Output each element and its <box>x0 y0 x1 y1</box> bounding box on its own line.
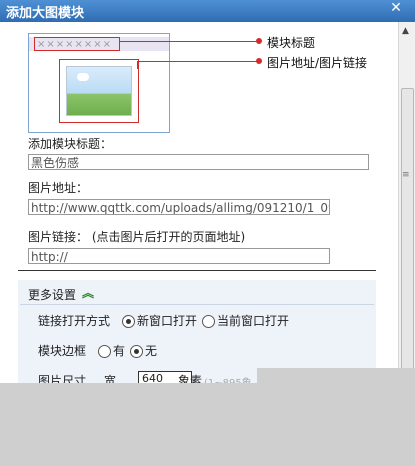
image-callout-dot <box>256 58 262 64</box>
width-range-hint: (1~895象 <box>204 374 252 383</box>
close-icon[interactable]: ✕ <box>385 0 407 16</box>
more-settings-header[interactable]: 更多设置 <box>28 286 76 303</box>
dialog-titlebar: 添加大图模块 ✕ <box>0 0 415 22</box>
current-window-option[interactable]: 当前窗口打开 <box>217 312 289 329</box>
section-divider <box>18 270 376 271</box>
title-callout-line <box>120 41 258 42</box>
title-callout-label: 模块标题 <box>267 36 316 50</box>
scrollbar-thumb[interactable] <box>401 88 414 380</box>
border-yes-option[interactable]: 有 <box>113 342 125 359</box>
image-link-input[interactable]: http:// <box>28 248 330 264</box>
scroll-grip-icon: ≡ <box>402 170 410 180</box>
image-callout-stub <box>137 61 138 69</box>
cloud-icon <box>77 73 89 81</box>
title-callout-dot <box>256 38 262 44</box>
link-open-mode-label: 链接打开方式 <box>38 314 111 328</box>
new-window-radio[interactable] <box>122 315 135 328</box>
double-chevron-up-icon[interactable]: ︽ <box>82 284 94 301</box>
dialog-title: 添加大图模块 <box>6 6 85 21</box>
image-link-label: 图片链接： (点击图片后打开的页面地址) <box>28 230 246 244</box>
image-url-input[interactable]: http://www.qqttk.com/uploads/allimg/0912… <box>28 199 330 215</box>
preview-title-bar: ×××××××× <box>29 37 169 51</box>
scroll-up-icon[interactable]: ▲ <box>402 26 409 36</box>
image-url-label: 图片地址： <box>28 181 89 195</box>
border-yes-radio[interactable] <box>98 345 111 358</box>
landscape-image-icon <box>66 66 132 116</box>
image-callout-line <box>137 61 258 62</box>
add-image-module-dialog: 添加大图模块 ✕ ×××××××× 模块标题 图片地址/图片链接 添加模块标题：… <box>0 0 415 383</box>
border-no-option[interactable]: 无 <box>145 342 157 359</box>
border-no-radio[interactable] <box>130 345 143 358</box>
border-label: 模块边框 <box>38 344 87 358</box>
image-size-label: 图片尺寸 <box>38 374 87 383</box>
current-window-radio[interactable] <box>202 315 215 328</box>
preview-title-placeholder: ×××××××× <box>34 37 120 51</box>
vertical-scrollbar[interactable]: ▲ ≡ <box>398 22 415 383</box>
module-title-label: 添加模块标题： <box>28 137 113 151</box>
preview-image-frame <box>59 59 139 123</box>
unit-label: 象素 <box>178 374 203 383</box>
module-title-input[interactable]: 黑色伤感 <box>28 154 369 170</box>
more-settings-underline <box>20 304 374 305</box>
new-window-option[interactable]: 新窗口打开 <box>137 312 197 329</box>
width-label: 宽 <box>104 374 117 383</box>
gray-overlay <box>257 368 415 388</box>
image-callout-label: 图片地址/图片链接 <box>267 56 368 70</box>
module-preview: ×××××××× <box>28 33 170 133</box>
